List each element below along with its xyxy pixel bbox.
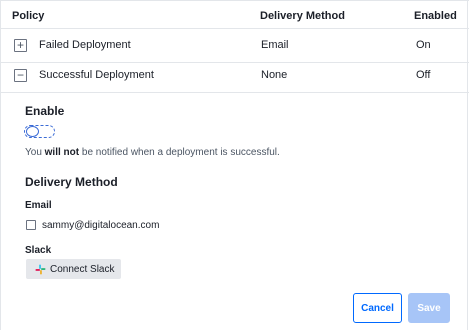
enable-toggle-switch[interactable] xyxy=(24,125,55,138)
notification-notice: You will not be notified when a deployme… xyxy=(25,147,280,158)
enabled-value: Off xyxy=(416,69,431,81)
enable-section-title: Enable xyxy=(25,104,65,118)
notice-prefix: You xyxy=(25,147,45,158)
enabled-value: On xyxy=(416,39,431,51)
collapse-icon[interactable]: − xyxy=(14,69,27,82)
policy-name: Failed Deployment xyxy=(39,39,131,51)
email-address: sammy@digitalocean.com xyxy=(42,220,160,231)
delivery-method-value: Email xyxy=(261,39,289,51)
notification-policies-panel: Policy Delivery Method Enabled + Failed … xyxy=(0,0,469,330)
policy-name: Successful Deployment xyxy=(39,69,154,81)
cancel-button[interactable]: Cancel xyxy=(353,293,402,323)
connect-slack-button[interactable]: Connect Slack xyxy=(26,259,121,279)
save-button[interactable]: Save xyxy=(408,293,450,323)
connect-slack-label: Connect Slack xyxy=(50,264,115,275)
table-row[interactable]: + Failed Deployment Email On xyxy=(1,29,469,63)
slack-logo-icon xyxy=(35,264,46,275)
expand-icon[interactable]: + xyxy=(14,39,27,52)
table-row[interactable]: − Successful Deployment None Off xyxy=(1,59,469,93)
header-policy: Policy xyxy=(12,10,45,22)
toggle-knob xyxy=(26,126,39,137)
header-delivery-method: Delivery Method xyxy=(260,10,345,22)
delivery-method-value: None xyxy=(261,69,288,81)
table-header: Policy Delivery Method Enabled xyxy=(1,0,469,29)
header-enabled: Enabled xyxy=(414,10,457,22)
delivery-method-title: Delivery Method xyxy=(25,175,118,189)
notice-suffix: be notified when a deployment is success… xyxy=(79,147,280,158)
notice-emphasis: will not xyxy=(44,147,80,158)
email-label: Email xyxy=(25,200,52,211)
email-checkbox[interactable] xyxy=(26,220,36,230)
slack-label: Slack xyxy=(25,245,52,256)
